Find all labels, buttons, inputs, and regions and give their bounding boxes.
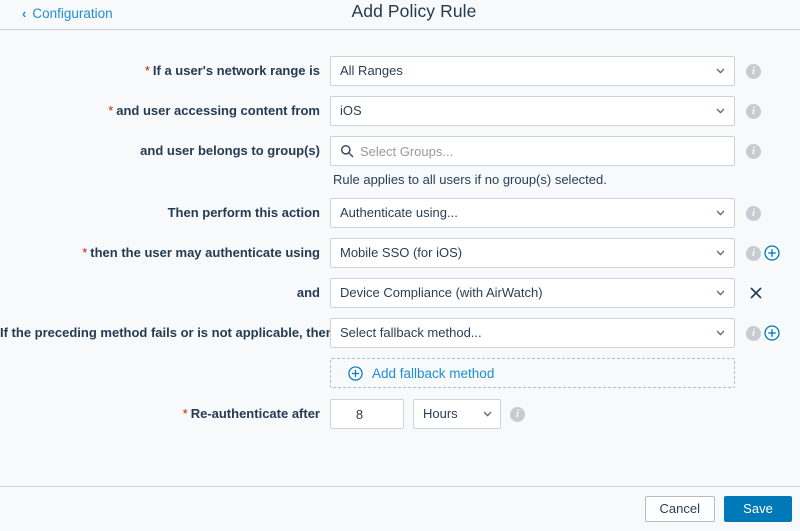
action-select[interactable]: Authenticate using...	[330, 198, 735, 228]
field-auth-method-secondary: Device Compliance (with AirWatch)	[330, 278, 735, 308]
form-row-device-type: * and user accessing content from iOS i	[0, 96, 800, 126]
form-row-auth-method-secondary: and Device Compliance (with AirWatch)	[0, 278, 800, 308]
groups-search-input[interactable]: Select Groups...	[330, 136, 735, 166]
cancel-button[interactable]: Cancel	[644, 496, 715, 522]
form-row-reauthenticate: *Re-authenticate after Hours i	[0, 399, 800, 429]
field-groups: Select Groups... Rule applies to all use…	[330, 136, 735, 188]
device-type-value: iOS	[340, 103, 362, 118]
field-fallback-method: Select fallback method...	[330, 318, 735, 348]
chevron-down-icon	[716, 210, 725, 216]
dialog-footer: Cancel Save	[0, 486, 800, 531]
field-reauthenticate: Hours i	[330, 399, 735, 429]
fallback-method-select[interactable]: Select fallback method...	[330, 318, 735, 348]
policy-rule-form: * If a user's network range is All Ranges…	[0, 30, 800, 517]
form-row-action: Then perform this action Authenticate us…	[0, 198, 800, 228]
form-row-add-fallback: Add fallback method	[0, 358, 800, 388]
circle-plus-icon	[348, 365, 363, 381]
icons-action: i	[735, 198, 795, 228]
info-icon[interactable]: i	[746, 325, 761, 341]
form-row-network-range: * If a user's network range is All Ranges…	[0, 56, 800, 86]
chevron-down-icon	[716, 108, 725, 114]
field-device-type: iOS	[330, 96, 735, 126]
groups-placeholder: Select Groups...	[360, 143, 454, 159]
icons-device-type: i	[735, 96, 795, 126]
label-fallback-method: If the preceding method fails or is not …	[0, 325, 334, 340]
reauthenticate-value-stepper[interactable]	[330, 399, 404, 429]
form-row-auth-method: * then the user may authenticate using Mo…	[0, 238, 800, 268]
network-range-value: All Ranges	[340, 63, 403, 78]
required-marker: *	[182, 406, 188, 421]
icons-fallback-method: i	[735, 318, 795, 348]
form-row-groups: and user belongs to group(s) Select Grou…	[0, 136, 800, 188]
required-marker: *	[108, 103, 114, 118]
auth-method-select[interactable]: Mobile SSO (for iOS)	[330, 238, 735, 268]
add-policy-rule-dialog: ‹ Configuration Add Policy Rule * If a us…	[0, 0, 800, 531]
icons-auth-method-secondary	[735, 278, 795, 308]
label-auth-method: * then the user may authenticate using	[82, 245, 320, 260]
device-type-select[interactable]: iOS	[330, 96, 735, 126]
search-icon	[340, 144, 354, 158]
field-action: Authenticate using...	[330, 198, 735, 228]
add-auth-method-icon[interactable]	[764, 245, 780, 261]
required-marker: *	[82, 245, 88, 260]
auth-method-value: Mobile SSO (for iOS)	[340, 245, 463, 260]
chevron-down-icon	[716, 290, 725, 296]
icons-reauthenticate-spacer	[735, 399, 795, 429]
dialog-header: ‹ Configuration Add Policy Rule	[0, 0, 800, 30]
label-device-type: * and user accessing content from	[108, 103, 320, 118]
add-fallback-method-label: Add fallback method	[372, 365, 495, 381]
page-title: Add Policy Rule	[351, 1, 477, 21]
reauthenticate-unit-select[interactable]: Hours	[413, 399, 501, 429]
auth-method-secondary-select[interactable]: Device Compliance (with AirWatch)	[330, 278, 735, 308]
form-row-fallback-method: If the preceding method fails or is not …	[0, 318, 800, 348]
groups-hint: Rule applies to all users if no group(s)…	[333, 172, 607, 187]
required-marker: *	[144, 63, 150, 78]
chevron-down-icon	[716, 250, 725, 256]
auth-method-secondary-value: Device Compliance (with AirWatch)	[340, 285, 543, 300]
field-add-fallback: Add fallback method	[330, 358, 735, 388]
label-action: Then perform this action	[167, 205, 320, 220]
info-icon[interactable]: i	[746, 245, 761, 261]
icons-groups: i	[735, 136, 795, 166]
info-icon[interactable]: i	[746, 63, 761, 79]
label-network-range: * If a user's network range is	[144, 63, 320, 78]
info-icon[interactable]: i	[746, 103, 761, 119]
network-range-select[interactable]: All Ranges	[330, 56, 735, 86]
fallback-method-value: Select fallback method...	[340, 325, 482, 340]
field-network-range: All Ranges	[330, 56, 735, 86]
info-icon[interactable]: i	[510, 406, 525, 422]
chevron-down-icon	[716, 68, 725, 74]
info-icon[interactable]: i	[746, 205, 761, 221]
info-icon[interactable]: i	[746, 143, 761, 159]
icons-network-range: i	[735, 56, 795, 86]
chevron-down-icon	[483, 411, 492, 417]
action-value: Authenticate using...	[340, 205, 458, 220]
label-reauthenticate: * Re-authenticate after	[182, 406, 320, 421]
remove-auth-method-icon[interactable]	[748, 285, 764, 301]
label-auth-method-secondary: and	[296, 285, 320, 300]
add-fallback-method-button[interactable]: Add fallback method	[330, 358, 735, 388]
label-groups: and user belongs to group(s)	[140, 143, 320, 158]
chevron-down-icon	[716, 330, 725, 336]
add-fallback-method-icon[interactable]	[764, 325, 780, 341]
icons-auth-method: i	[735, 238, 795, 268]
save-button[interactable]: Save	[724, 496, 792, 522]
field-auth-method: Mobile SSO (for iOS)	[330, 238, 735, 268]
icons-add-fallback-spacer	[735, 358, 795, 388]
reauthenticate-unit-value: Hours	[423, 406, 458, 421]
